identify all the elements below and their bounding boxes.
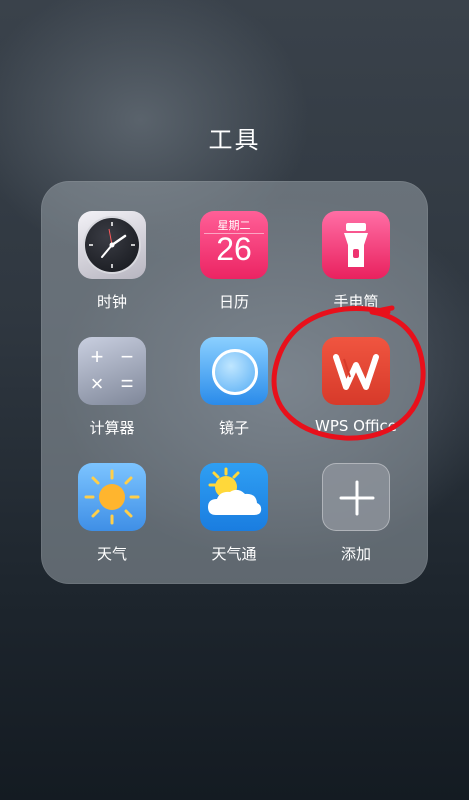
add-app-button[interactable]: 添加 — [301, 463, 411, 583]
folder-title: 工具 — [208, 126, 261, 154]
app-label: 天气通 — [211, 545, 257, 563]
wps-office-icon — [322, 337, 390, 405]
weather-cloud-sun-icon — [200, 463, 268, 531]
app-label: 时钟 — [96, 293, 127, 311]
app-mirror[interactable]: 镜子 — [179, 337, 289, 457]
app-weather[interactable]: 天气 — [57, 463, 167, 583]
times-symbol: × — [90, 371, 104, 396]
app-label: 添加 — [340, 545, 371, 563]
app-label: 镜子 — [218, 419, 249, 437]
weather-sun-icon — [78, 463, 146, 531]
clock-icon — [78, 211, 146, 279]
equals-symbol: = — [120, 371, 134, 396]
app-calculator[interactable]: + − × = 计算器 — [57, 337, 167, 457]
app-label: WPS Office — [315, 417, 397, 435]
app-label: 计算器 — [89, 419, 135, 437]
app-label: 日历 — [218, 293, 249, 311]
plus-symbol: + — [90, 344, 104, 369]
minus-symbol: − — [120, 344, 134, 369]
app-weather-tong[interactable]: 天气通 — [179, 463, 289, 583]
app-flashlight[interactable]: 手电筒 — [301, 211, 411, 331]
calendar-icon: 星期二 26 — [200, 211, 268, 279]
app-label: 天气 — [96, 545, 127, 563]
flashlight-icon — [322, 211, 390, 279]
plus-icon — [322, 463, 390, 531]
app-calendar[interactable]: 星期二 26 日历 — [179, 211, 289, 331]
calculator-icon: + − × = — [78, 337, 146, 405]
mirror-icon — [200, 337, 268, 405]
folder-panel: 时钟 星期二 26 日历 手电筒 + − × = 计算器 镜子 WPS Offi… — [41, 181, 428, 584]
calendar-date: 26 — [216, 231, 252, 267]
app-wps-office[interactable]: WPS Office — [301, 337, 411, 457]
app-clock[interactable]: 时钟 — [57, 211, 167, 331]
app-label: 手电筒 — [333, 293, 379, 311]
